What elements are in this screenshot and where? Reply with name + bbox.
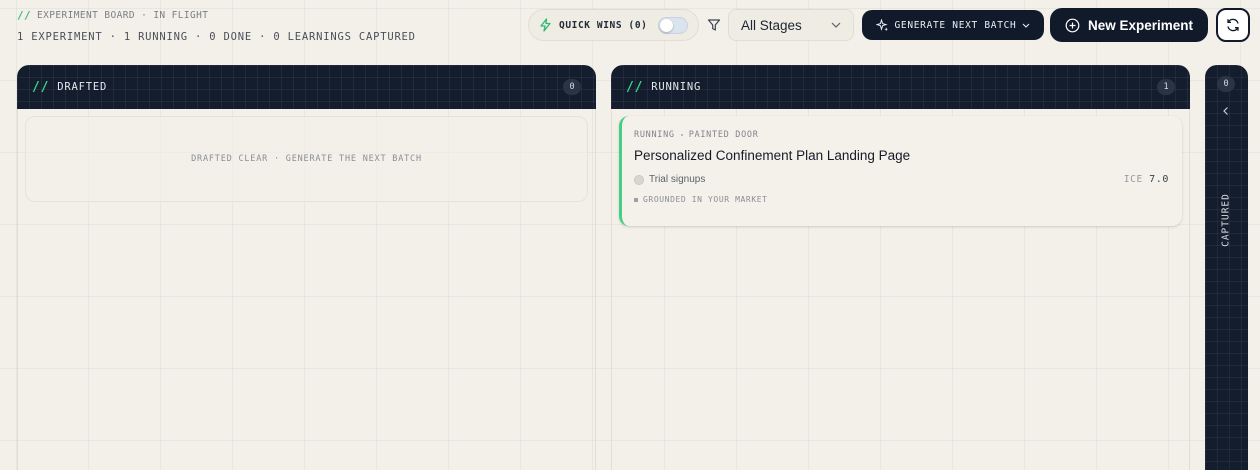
refresh-button[interactable] <box>1216 8 1250 42</box>
card-title: Personalized Confinement Plan Landing Pa… <box>634 148 911 163</box>
column-body-drafted: DRAFTED CLEAR · GENERATE THE NEXT BATCH <box>17 109 596 470</box>
generate-label: GENERATE NEXT BATCH <box>894 19 1017 31</box>
column-title: CAPTURED <box>1220 193 1232 247</box>
board-stats: 1 EXPERIMENT · 1 RUNNING · 0 DONE · 0 LE… <box>17 31 416 43</box>
new-experiment-button[interactable]: New Experiment <box>1050 8 1208 42</box>
quick-wins-label: QUICK WINS (0) <box>559 19 648 31</box>
quick-wins-switch[interactable] <box>658 16 688 34</box>
metric-label: Trial signups <box>649 174 706 185</box>
switch-knob <box>660 18 673 32</box>
column-title: DRAFTED <box>57 81 108 93</box>
card-metric: Trial signups <box>634 174 705 185</box>
column-title: RUNNING <box>651 81 702 93</box>
new-experiment-label: New Experiment <box>1087 17 1194 33</box>
ice-label: ICE <box>1123 174 1143 185</box>
stage-filter-select[interactable]: All Stages <box>728 9 854 41</box>
column-count-badge: 0 <box>1217 76 1235 92</box>
column-prefix: // <box>32 79 50 95</box>
ice-score: ICE 7.0 <box>1124 174 1169 185</box>
generate-next-batch-button[interactable]: GENERATE NEXT BATCH <box>862 10 1044 40</box>
ice-value: 7.0 <box>1149 174 1169 185</box>
refresh-icon <box>1227 18 1239 32</box>
quick-wins-toggle-pill[interactable]: QUICK WINS (0) <box>528 9 699 41</box>
column-body-running: RUNNING PAINTED DOOR Personalized Confin… <box>611 109 1190 470</box>
card-type: PAINTED DOOR <box>688 130 759 140</box>
chevron-down-icon <box>831 22 841 28</box>
column-captured-collapsed[interactable]: 0 CAPTURED <box>1205 65 1248 470</box>
plus-circle-icon <box>1065 18 1080 32</box>
column-header-drafted: // DRAFTED 0 <box>17 65 596 109</box>
column-count-badge: 0 <box>563 79 581 95</box>
chevron-down-icon <box>1023 23 1030 28</box>
experiment-card[interactable]: RUNNING PAINTED DOOR Personalized Confin… <box>619 116 1182 226</box>
card-metric-row: Trial signups ICE 7.0 <box>634 174 1169 185</box>
breadcrumb-text: EXPERIMENT BOARD · IN FLIGHT <box>37 10 209 21</box>
card-meta: RUNNING PAINTED DOOR <box>634 130 1169 140</box>
stage-filter-value: All Stages <box>741 17 802 33</box>
breadcrumb: // EXPERIMENT BOARD · IN FLIGHT <box>17 9 416 22</box>
separator-dot <box>680 134 683 136</box>
column-count-badge: 1 <box>1157 79 1175 95</box>
column-header-running: // RUNNING 1 <box>611 65 1190 109</box>
column-prefix: // <box>626 79 644 95</box>
lightning-icon <box>540 18 551 32</box>
filter-icon[interactable] <box>706 17 722 33</box>
toolbar: QUICK WINS (0) All Stages GENERATE NEXT … <box>528 8 1250 42</box>
card-tag-label: GROUNDED IN YOUR MARKET <box>643 195 768 204</box>
square-bullet-icon <box>634 197 638 202</box>
card-tag: GROUNDED IN YOUR MARKET <box>634 195 1169 204</box>
column-running: // RUNNING 1 RUNNING PAINTED DOOR Person… <box>611 65 1190 470</box>
column-drafted: // DRAFTED 0 DRAFTED CLEAR · GENERATE TH… <box>17 65 596 470</box>
metric-circle-icon <box>634 174 644 185</box>
card-status: RUNNING <box>634 130 675 140</box>
breadcrumb-prefix: // <box>17 9 32 22</box>
empty-state: DRAFTED CLEAR · GENERATE THE NEXT BATCH <box>25 116 588 202</box>
chevron-left-icon[interactable] <box>1220 105 1232 117</box>
board-header: // EXPERIMENT BOARD · IN FLIGHT 1 EXPERI… <box>17 9 416 43</box>
sparkle-icon <box>875 18 888 31</box>
